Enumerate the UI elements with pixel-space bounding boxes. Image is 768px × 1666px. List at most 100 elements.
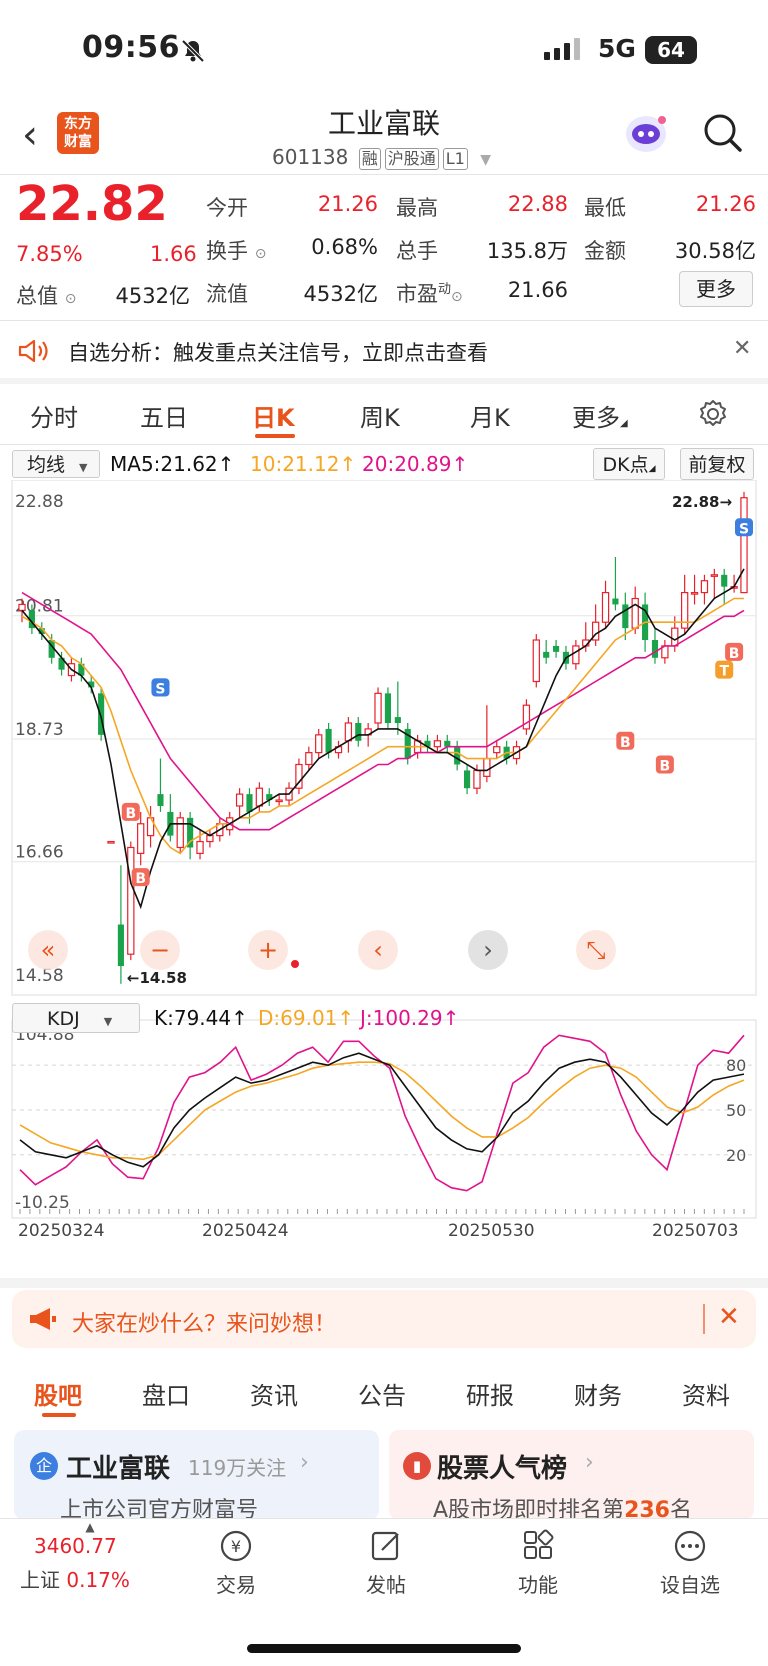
tab-five-day[interactable]: 五日 — [140, 398, 188, 433]
svg-text:¥: ¥ — [231, 1537, 241, 1556]
section-gap — [0, 378, 768, 384]
banner-separator — [703, 1304, 705, 1334]
section-gap — [0, 1278, 768, 1288]
company-account-card[interactable]: 企 工业富联 119万关注 › 上市公司官方财富号 — [14, 1430, 379, 1523]
tab-order-book[interactable]: 盘口 — [142, 1376, 190, 1411]
change-amount: 1.66 — [150, 242, 197, 266]
stock-meta[interactable]: 601138 融沪股通 L1 ▼ — [272, 145, 491, 170]
candle-body — [532, 639, 540, 683]
tab-intraday[interactable]: 分时 — [30, 398, 78, 433]
nav-post-label: 发帖 — [366, 1573, 406, 1597]
banner-text[interactable]: 大家在炒什么？来问妙想！ — [72, 1306, 336, 1338]
nav-post[interactable]: 发帖 — [336, 1528, 436, 1598]
tab-weekly-k[interactable]: 周K — [360, 398, 400, 433]
volume-value: 135.8万 — [486, 239, 568, 263]
nav-add-watchlist[interactable]: 设自选 — [640, 1528, 740, 1598]
kline-frame — [11, 480, 757, 996]
speaker-icon — [18, 339, 48, 363]
candle-body — [700, 580, 709, 594]
network-type: 5G — [598, 34, 636, 63]
chevron-right-icon: › — [585, 1450, 594, 1475]
sub-indicator-select[interactable]: KDJ ▼ — [12, 1003, 140, 1033]
total-cap-label[interactable]: 总值 ⊙ — [16, 280, 76, 310]
tab-announcements[interactable]: 公告 — [358, 1376, 406, 1411]
low-value: 21.26 — [695, 192, 756, 216]
ma5-readout: MA5:21.62↑ — [110, 452, 235, 476]
main-indicator-select[interactable]: 均线 ▼ — [12, 450, 100, 478]
trade-yen-icon: ¥ — [220, 1530, 252, 1562]
y-tick-label: 16.66 — [15, 843, 64, 863]
tab-more[interactable]: 更多◢ — [572, 398, 628, 433]
x-axis-label: 20250424 — [202, 1221, 289, 1241]
close-icon[interactable]: ✕ — [718, 1302, 740, 1332]
candle-body — [255, 787, 264, 807]
divider — [0, 444, 768, 445]
candle-body — [553, 645, 560, 652]
kdj-right-tick: 50 — [726, 1101, 746, 1120]
kdj-left-tick: -10.25 — [15, 1193, 70, 1213]
popularity-rank-card[interactable]: ▮ 股票人气榜 › A股市场即时排名第236名 — [389, 1430, 754, 1523]
y-tick-label: 22.88 — [15, 492, 64, 512]
tab-financials[interactable]: 财务 — [574, 1376, 622, 1411]
signal-label: B — [729, 646, 740, 662]
candle-body — [374, 692, 382, 724]
float-cap-value: 4532亿 — [303, 282, 378, 306]
assistant-robot-icon[interactable] — [622, 112, 670, 156]
amount-label: 金额 — [584, 239, 626, 263]
ma20-readout: 20:20.89↑ — [362, 452, 469, 476]
zoom-left-fast-icon-glyph: « — [41, 936, 56, 964]
megaphone-icon — [30, 1308, 56, 1330]
search-icon[interactable] — [702, 112, 744, 154]
pe-label[interactable]: 市盈动⊙ — [396, 278, 463, 308]
pe-label-text: 市盈 — [396, 282, 438, 306]
stock-code: 601138 — [272, 145, 349, 169]
signal-label: S — [155, 681, 165, 697]
nav-functions[interactable]: 功能 — [488, 1528, 588, 1598]
more-button[interactable]: 更多 — [679, 271, 753, 307]
tab-daily-k[interactable]: 日K — [252, 398, 295, 433]
tab-monthly-k[interactable]: 月K — [470, 398, 510, 433]
nav-add-watchlist-label: 设自选 — [660, 1573, 720, 1597]
dk-point-button[interactable]: DK点◢ — [593, 448, 665, 480]
notice-text[interactable]: 自选分析：触发重点关注信号，立即点击查看 — [68, 337, 488, 367]
nav-trade[interactable]: ¥ 交易 — [186, 1528, 286, 1598]
zoom-in-icon-glyph: + — [258, 936, 278, 964]
adjust-mode-button[interactable]: 前复权 — [680, 448, 754, 480]
candle-body — [740, 497, 748, 594]
candle-body — [325, 728, 332, 753]
candle-body — [493, 746, 501, 754]
close-icon[interactable]: ✕ — [733, 336, 751, 361]
candle-body — [601, 591, 610, 623]
candle-body — [721, 574, 728, 587]
up-triangle-icon: ▲ — [85, 1520, 95, 1534]
tab-profile[interactable]: 资料 — [682, 1376, 730, 1411]
candle-body — [572, 645, 580, 665]
candle-body — [483, 757, 491, 777]
kdj-right-tick: 20 — [726, 1146, 746, 1165]
dropdown-triangle-icon: ▼ — [480, 152, 491, 168]
x-axis-label: 20250703 — [652, 1221, 739, 1241]
tag-connect: 沪股通 — [384, 148, 439, 170]
signal-strength-icon — [544, 38, 580, 60]
tab-forum[interactable]: 股吧 — [34, 1376, 82, 1411]
y-tick-label: 18.73 — [15, 720, 64, 740]
kdj-k-readout: K:79.44↑ — [154, 1006, 248, 1030]
dk-point-label: DK点 — [602, 454, 649, 476]
tab-news[interactable]: 资讯 — [250, 1376, 298, 1411]
index-ticker[interactable]: ▲ 3460.77 上证 0.17% — [20, 1520, 160, 1593]
turnover-label[interactable]: 换手 ⊙ — [206, 235, 266, 265]
company-title: 工业富联 — [66, 1454, 171, 1484]
tab-research[interactable]: 研报 — [466, 1376, 514, 1411]
signal-label: B — [620, 735, 631, 751]
settings-gear-icon[interactable] — [697, 398, 729, 430]
info-dots-icon: ⊙ — [451, 289, 463, 305]
kline-chart[interactable]: 22.8820.8118.7316.6614.5822.88→←14.58SBB… — [0, 480, 768, 1280]
tab-more-label: 更多 — [572, 404, 620, 432]
candle-body — [454, 746, 461, 765]
scroll-left-icon-glyph: ‹ — [373, 936, 383, 964]
candle-body — [355, 722, 362, 741]
candle-body — [522, 704, 531, 730]
low-label: 最低 — [584, 196, 626, 220]
info-dots-icon: ⊙ — [64, 291, 77, 307]
candle-body — [176, 817, 184, 849]
